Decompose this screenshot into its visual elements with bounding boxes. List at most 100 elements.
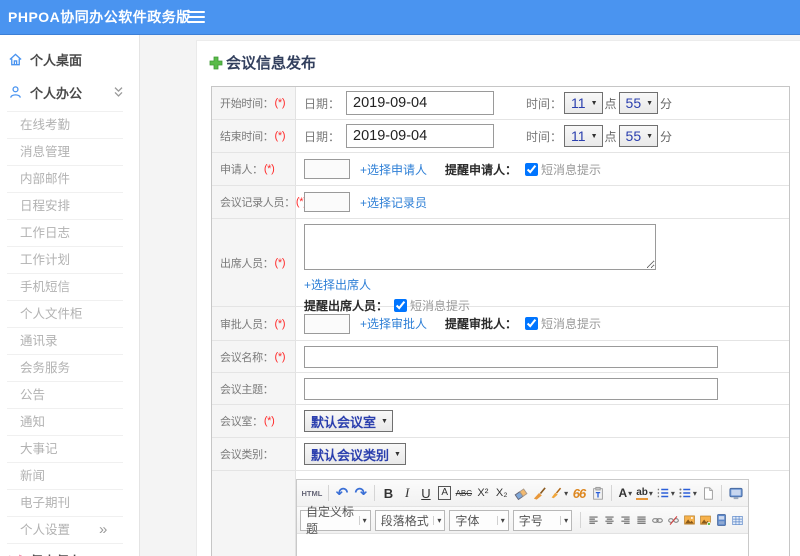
meeting-category-select[interactable]: 默认会议类别	[304, 443, 406, 465]
editor-content-area[interactable]	[297, 534, 748, 556]
insert-image-button[interactable]	[699, 510, 712, 530]
choose-recorder-link[interactable]: +选择记录员	[360, 194, 427, 211]
undo-button[interactable]: ↶	[333, 483, 351, 503]
strikethrough-button[interactable]: ABC	[455, 483, 473, 503]
date-label: 日期：	[304, 96, 341, 111]
sidebar-item-office[interactable]: 个人办公	[0, 76, 139, 109]
custom-title-select[interactable]: 自定义标题	[300, 505, 371, 536]
sidebar-item[interactable]: 大事记	[7, 436, 123, 463]
required-mark: (*)	[274, 317, 286, 330]
align-center-button[interactable]	[603, 510, 616, 530]
media-button[interactable]	[715, 510, 728, 530]
unlink-button[interactable]	[667, 510, 680, 530]
sidebar-item[interactable]: 内部邮件	[7, 166, 123, 193]
start-minute-select[interactable]: 55	[618, 92, 659, 114]
superscript-button[interactable]: X²	[474, 483, 492, 503]
meeting-name-input[interactable]	[304, 345, 718, 368]
remind-applicant-label: 提醒申请人：	[445, 162, 518, 177]
align-right-button[interactable]	[619, 510, 632, 530]
form-row-applicant: 申请人： (*) +选择申请人 提醒申请人： 短消息提示	[212, 153, 789, 186]
sidebar-item[interactable]: 通知	[7, 409, 123, 436]
font-family-select[interactable]: 字体	[449, 509, 509, 531]
recorder-input[interactable]	[304, 192, 350, 212]
choose-approver-link[interactable]: +选择审批人	[360, 315, 427, 332]
table-button[interactable]	[731, 510, 744, 530]
sidebar-item[interactable]: 日程安排	[7, 193, 123, 220]
redo-button[interactable]: ↷	[352, 483, 370, 503]
field-label: 结束时间：	[220, 131, 274, 143]
font-border-button[interactable]: A	[436, 483, 454, 503]
sidebar-item[interactable]: 会务服务	[7, 355, 123, 382]
start-hour-select[interactable]: 11	[564, 92, 603, 114]
image-button[interactable]	[683, 510, 696, 530]
attendees-textarea[interactable]	[304, 224, 656, 270]
font-size-select[interactable]: 字号	[512, 509, 573, 531]
end-minute-select[interactable]: 55	[618, 125, 659, 147]
sidebar-item[interactable]: 工作计划	[7, 247, 123, 274]
sidebar-item[interactable]: 在线考勤	[7, 112, 123, 139]
field-label: 审批人员：	[220, 318, 274, 331]
remind-applicant-checkbox[interactable]	[525, 162, 539, 176]
form-row-start-time: 开始时间：(*) 日期： 时间： 11 点 55 分	[212, 87, 789, 120]
sidebar-item[interactable]: 通讯录	[7, 328, 123, 355]
approver-input[interactable]	[304, 313, 350, 334]
start-date-input[interactable]	[346, 91, 495, 115]
underline-button[interactable]: U	[417, 483, 435, 503]
sidebar-item[interactable]: 个人文件柜	[7, 301, 123, 328]
paste-button[interactable]	[589, 483, 607, 503]
fullscreen-button[interactable]	[727, 483, 745, 503]
sidebar-item[interactable]: 电子期刊	[7, 490, 123, 517]
italic-button[interactable]: I	[398, 483, 416, 503]
paint-brush-icon	[551, 487, 562, 499]
chevron-double-right-icon: »	[106, 547, 114, 556]
sidebar-item-desktop[interactable]: 个人桌面	[0, 43, 139, 76]
choose-applicant-link[interactable]: +选择申请人	[360, 161, 427, 178]
highlight-color-button[interactable]: ab	[635, 483, 654, 503]
choose-attendee-link[interactable]: +选择出席人	[304, 278, 371, 292]
font-color-button[interactable]: A	[616, 483, 634, 503]
remind-approver-checkbox[interactable]	[525, 317, 539, 330]
bold-button[interactable]: B	[380, 483, 398, 503]
ordered-list-icon	[657, 488, 669, 498]
time-label: 时间：	[526, 129, 563, 144]
media-icon	[716, 514, 726, 526]
required-mark: (*)	[274, 350, 286, 363]
sidebar-item[interactable]: 手机短信	[7, 274, 123, 301]
eraser-button[interactable]	[512, 483, 530, 503]
sidebar-item[interactable]: 工作日志	[7, 220, 123, 247]
unordered-list-button[interactable]	[677, 483, 698, 503]
align-left-button[interactable]	[587, 510, 600, 530]
html-source-button[interactable]: HTML	[301, 483, 324, 503]
paint-format-button[interactable]	[549, 483, 569, 503]
add-icon	[209, 56, 223, 69]
sidebar-item-supervise[interactable]: 督查督办 »	[0, 544, 139, 556]
paragraph-format-select[interactable]: 段落格式	[374, 509, 446, 531]
editor-toolbar-row1: HTML ↶ ↷ B I U A ABC X² X₂ ▾ 66 A ▾ ab ▾…	[297, 480, 748, 507]
sidebar-item[interactable]: 消息管理	[7, 139, 123, 166]
ordered-list-button[interactable]	[655, 483, 676, 503]
meeting-room-select[interactable]: 默认会议室	[304, 410, 393, 432]
align-justify-button[interactable]	[635, 510, 648, 530]
end-hour-select[interactable]: 11	[564, 125, 603, 147]
sidebar-item[interactable]: 新闻	[7, 463, 123, 490]
link-button[interactable]	[651, 510, 664, 530]
required-mark: (*)	[263, 415, 275, 427]
sidebar-item-label: 督查督办	[30, 551, 82, 556]
clean-format-button[interactable]	[530, 483, 548, 503]
meeting-form: 开始时间：(*) 日期： 时间： 11 点 55 分 结束时间：(*) 日期： …	[211, 86, 790, 556]
sidebar-item-settings[interactable]: 个人设置 »	[7, 517, 123, 544]
required-mark: (*)	[263, 163, 275, 175]
new-page-button[interactable]	[699, 483, 717, 503]
blockquote-button[interactable]: 66	[570, 483, 588, 503]
end-date-input[interactable]	[346, 124, 495, 148]
applicant-input[interactable]	[304, 159, 350, 179]
image-plus-icon	[699, 515, 711, 526]
sidebar-item[interactable]: 公告	[7, 382, 123, 409]
date-label: 日期：	[304, 129, 341, 144]
menu-toggle-icon[interactable]	[187, 11, 205, 24]
hour-unit: 点	[604, 96, 617, 111]
page-icon	[703, 486, 713, 500]
meeting-subject-input[interactable]	[304, 377, 718, 400]
subscript-button[interactable]: X₂	[493, 483, 511, 503]
chevron-double-down-icon	[114, 87, 123, 97]
